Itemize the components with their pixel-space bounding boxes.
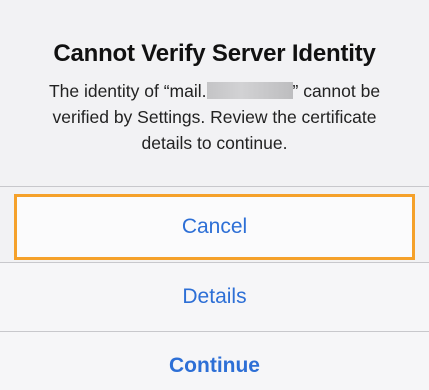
certificate-alert-dialog: Cannot Verify Server Identity The identi…	[0, 0, 429, 390]
cancel-button[interactable]: Cancel	[14, 194, 415, 260]
divider	[0, 186, 429, 187]
alert-title: Cannot Verify Server Identity	[53, 40, 376, 67]
details-button[interactable]: Details	[0, 263, 429, 331]
redacted-hostname	[206, 82, 293, 99]
alert-body: Cannot Verify Server Identity The identi…	[0, 0, 429, 186]
alert-message: The identity of “mail.” cannot be verifi…	[40, 78, 389, 156]
continue-button[interactable]: Continue	[0, 332, 429, 390]
alert-message-prefix: The identity of “mail.	[48, 81, 207, 101]
